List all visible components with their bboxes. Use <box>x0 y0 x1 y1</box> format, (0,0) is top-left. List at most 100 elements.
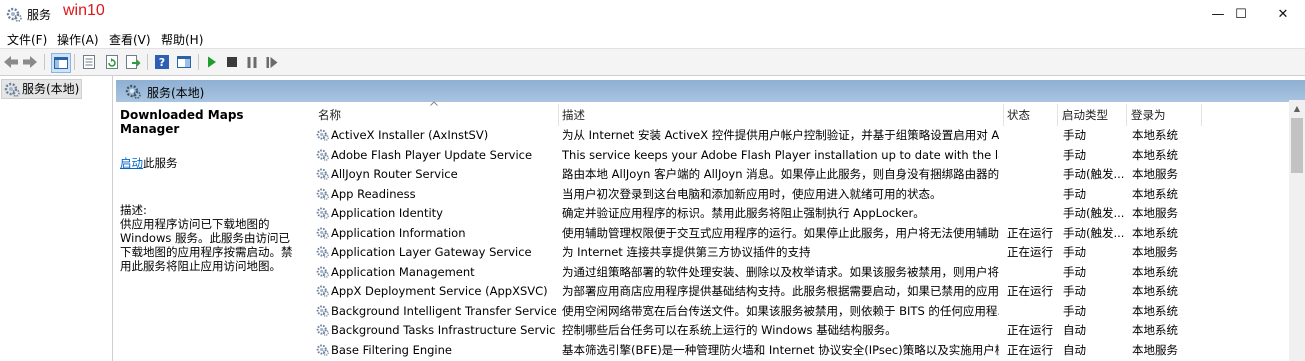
back-button[interactable] <box>2 53 20 71</box>
services-gear-icon <box>4 81 20 102</box>
table-row[interactable]: App Readiness 当用户初次登录到这台电脑和添加新应用时，使应用进入就绪… <box>314 185 1304 205</box>
column-header-name[interactable]: 名称 <box>314 104 559 126</box>
help-button[interactable]: ? <box>153 53 171 71</box>
service-name-cell: Application Layer Gateway Service <box>316 243 556 262</box>
table-row[interactable]: Application Information 使用辅助管理权限便于交互式应用程序… <box>314 224 1304 244</box>
service-logon-as: 本地系统 <box>1132 284 1178 298</box>
service-logon-as: 本地系统 <box>1132 128 1178 142</box>
service-gear-icon <box>316 245 329 258</box>
start-service-link[interactable]: 启动 <box>120 156 143 170</box>
column-header-status-label: 状态 <box>1007 108 1030 122</box>
table-row[interactable]: Application Management 为通过组策略部署的软件处理安装、删除… <box>314 263 1304 283</box>
title-bar: 服务 win10 — ☐ ✕ <box>0 0 1305 28</box>
table-row[interactable]: Background Tasks Infrastructure Service 控… <box>314 321 1304 341</box>
service-logon-as: 本地服务 <box>1132 206 1178 220</box>
service-startup-type: 手动 <box>1063 303 1086 318</box>
service-logon-as: 本地系统 <box>1132 225 1178 240</box>
forward-arrow-icon <box>23 56 37 68</box>
tree-item-services-local[interactable]: 服务(本地) <box>1 79 83 102</box>
service-name-cell: Background Intelligent Transfer Service <box>316 302 556 321</box>
service-startup-type: 手动 <box>1063 186 1086 201</box>
service-logon-as: 本地系统 <box>1132 186 1178 201</box>
service-startup-type: 自动 <box>1063 323 1086 337</box>
help-icon: ? <box>155 55 169 69</box>
scrollbar-thumb[interactable] <box>1291 118 1303 173</box>
service-status: 正在运行 <box>1007 342 1053 357</box>
service-gear-icon <box>316 265 329 278</box>
start-service-suffix: 此服务 <box>143 156 178 170</box>
console-tree-icon <box>54 57 68 69</box>
table-row[interactable]: Application Layer Gateway Service 为 Inter… <box>314 243 1304 263</box>
toolbar-separator <box>147 54 148 70</box>
service-startup-type: 手动 <box>1063 264 1086 279</box>
service-startup-type: 手动 <box>1063 128 1086 142</box>
service-logon-as: 本地服务 <box>1132 342 1178 357</box>
service-name: Background Tasks Infrastructure Service <box>331 323 556 337</box>
restart-service-button[interactable] <box>263 53 281 71</box>
show-console-tree-button[interactable] <box>51 53 71 73</box>
service-status: 正在运行 <box>1007 225 1053 240</box>
service-name: App Readiness <box>331 186 416 201</box>
service-name: ActiveX Installer (AxInstSV) <box>331 128 489 142</box>
services-gear-icon <box>6 6 22 22</box>
service-name-cell: Application Management <box>316 263 556 282</box>
service-name-cell: AllJoyn Router Service <box>316 165 556 184</box>
service-name-cell: AppX Deployment Service (AppXSVC) <box>316 282 556 301</box>
toolbar-separator <box>44 54 45 70</box>
service-logon-as: 本地系统 <box>1132 303 1178 318</box>
toolbar-separator <box>74 54 75 70</box>
play-icon <box>208 56 216 68</box>
table-row[interactable]: AppX Deployment Service (AppXSVC) 为部署应用商店… <box>314 282 1304 302</box>
toolbar: ? <box>0 48 1305 76</box>
service-gear-icon <box>316 304 329 317</box>
description-label: 描述: <box>120 203 147 217</box>
column-header-status[interactable]: 状态 <box>1003 104 1058 126</box>
service-name-cell: App Readiness <box>316 185 556 204</box>
service-name: Adobe Flash Player Update Service <box>331 147 533 162</box>
table-row[interactable]: Base Filtering Engine 基本筛选引擎(BFE)是一种管理防火墙… <box>314 341 1304 361</box>
service-gear-icon <box>316 226 329 239</box>
show-action-pane-button[interactable] <box>175 53 193 71</box>
forward-button[interactable] <box>21 53 39 71</box>
table-row[interactable]: ActiveX Installer (AxInstSV) 为从 Internet … <box>314 126 1304 146</box>
start-service-button[interactable] <box>203 53 221 71</box>
service-status: 正在运行 <box>1007 284 1053 298</box>
menu-help[interactable]: 帮助(H) <box>161 31 203 48</box>
svg-text:?: ? <box>159 56 165 69</box>
close-icon: ✕ <box>1277 6 1289 22</box>
close-button[interactable]: ✕ <box>1260 0 1305 28</box>
table-row[interactable]: Application Identity 确定并验证应用程序的标识。禁用此服务将阻… <box>314 204 1304 224</box>
column-header-logon-as-label: 登录为 <box>1131 108 1166 122</box>
properties-button[interactable] <box>80 53 98 71</box>
scroll-up-arrow-icon[interactable]: ▲ <box>1289 100 1305 116</box>
service-gear-icon <box>316 167 329 180</box>
table-row[interactable]: AllJoyn Router Service 路由本地 AllJoyn 客户端的 … <box>314 165 1304 185</box>
services-gear-icon <box>125 83 141 102</box>
service-name: AllJoyn Router Service <box>331 167 458 181</box>
column-header-startup-type[interactable]: 启动类型 <box>1057 104 1127 126</box>
column-header-description[interactable]: 描述 <box>558 104 1004 126</box>
service-logon-as: 本地服务 <box>1132 245 1178 259</box>
pause-service-button[interactable] <box>243 53 261 71</box>
service-gear-icon <box>316 323 329 336</box>
stop-service-button[interactable] <box>223 53 241 71</box>
vertical-scrollbar[interactable]: ▲ <box>1289 100 1305 361</box>
menu-view[interactable]: 查看(V) <box>109 31 151 48</box>
service-gear-icon <box>316 284 329 297</box>
refresh-button[interactable] <box>103 53 121 71</box>
export-list-icon <box>125 55 140 69</box>
column-header-logon-as[interactable]: 登录为 <box>1126 104 1202 126</box>
maximize-button[interactable]: ☐ <box>1218 0 1264 28</box>
menu-bar: 文件(F) 操作(A) 查看(V) 帮助(H) <box>0 28 1305 48</box>
table-row[interactable]: Adobe Flash Player Update Service This se… <box>314 146 1304 166</box>
service-description: 当用户初次登录到这台电脑和添加新应用时，使应用进入就绪可用的状态。 <box>562 186 942 201</box>
service-description: 基本筛选引擎(BFE)是一种管理防火墙和 Internet 协议安全(IPsec… <box>562 342 999 357</box>
service-description: 为从 Internet 安装 ActiveX 控件提供用户帐户控制验证，并基于组… <box>562 128 999 142</box>
menu-file[interactable]: 文件(F) <box>7 31 47 48</box>
service-gear-icon <box>316 148 329 161</box>
menu-action[interactable]: 操作(A) <box>57 31 99 48</box>
service-gear-icon <box>316 343 329 356</box>
table-row[interactable]: Background Intelligent Transfer Service 使… <box>314 302 1304 322</box>
column-header-startup-type-label: 启动类型 <box>1062 108 1108 122</box>
export-list-button[interactable] <box>124 53 142 71</box>
